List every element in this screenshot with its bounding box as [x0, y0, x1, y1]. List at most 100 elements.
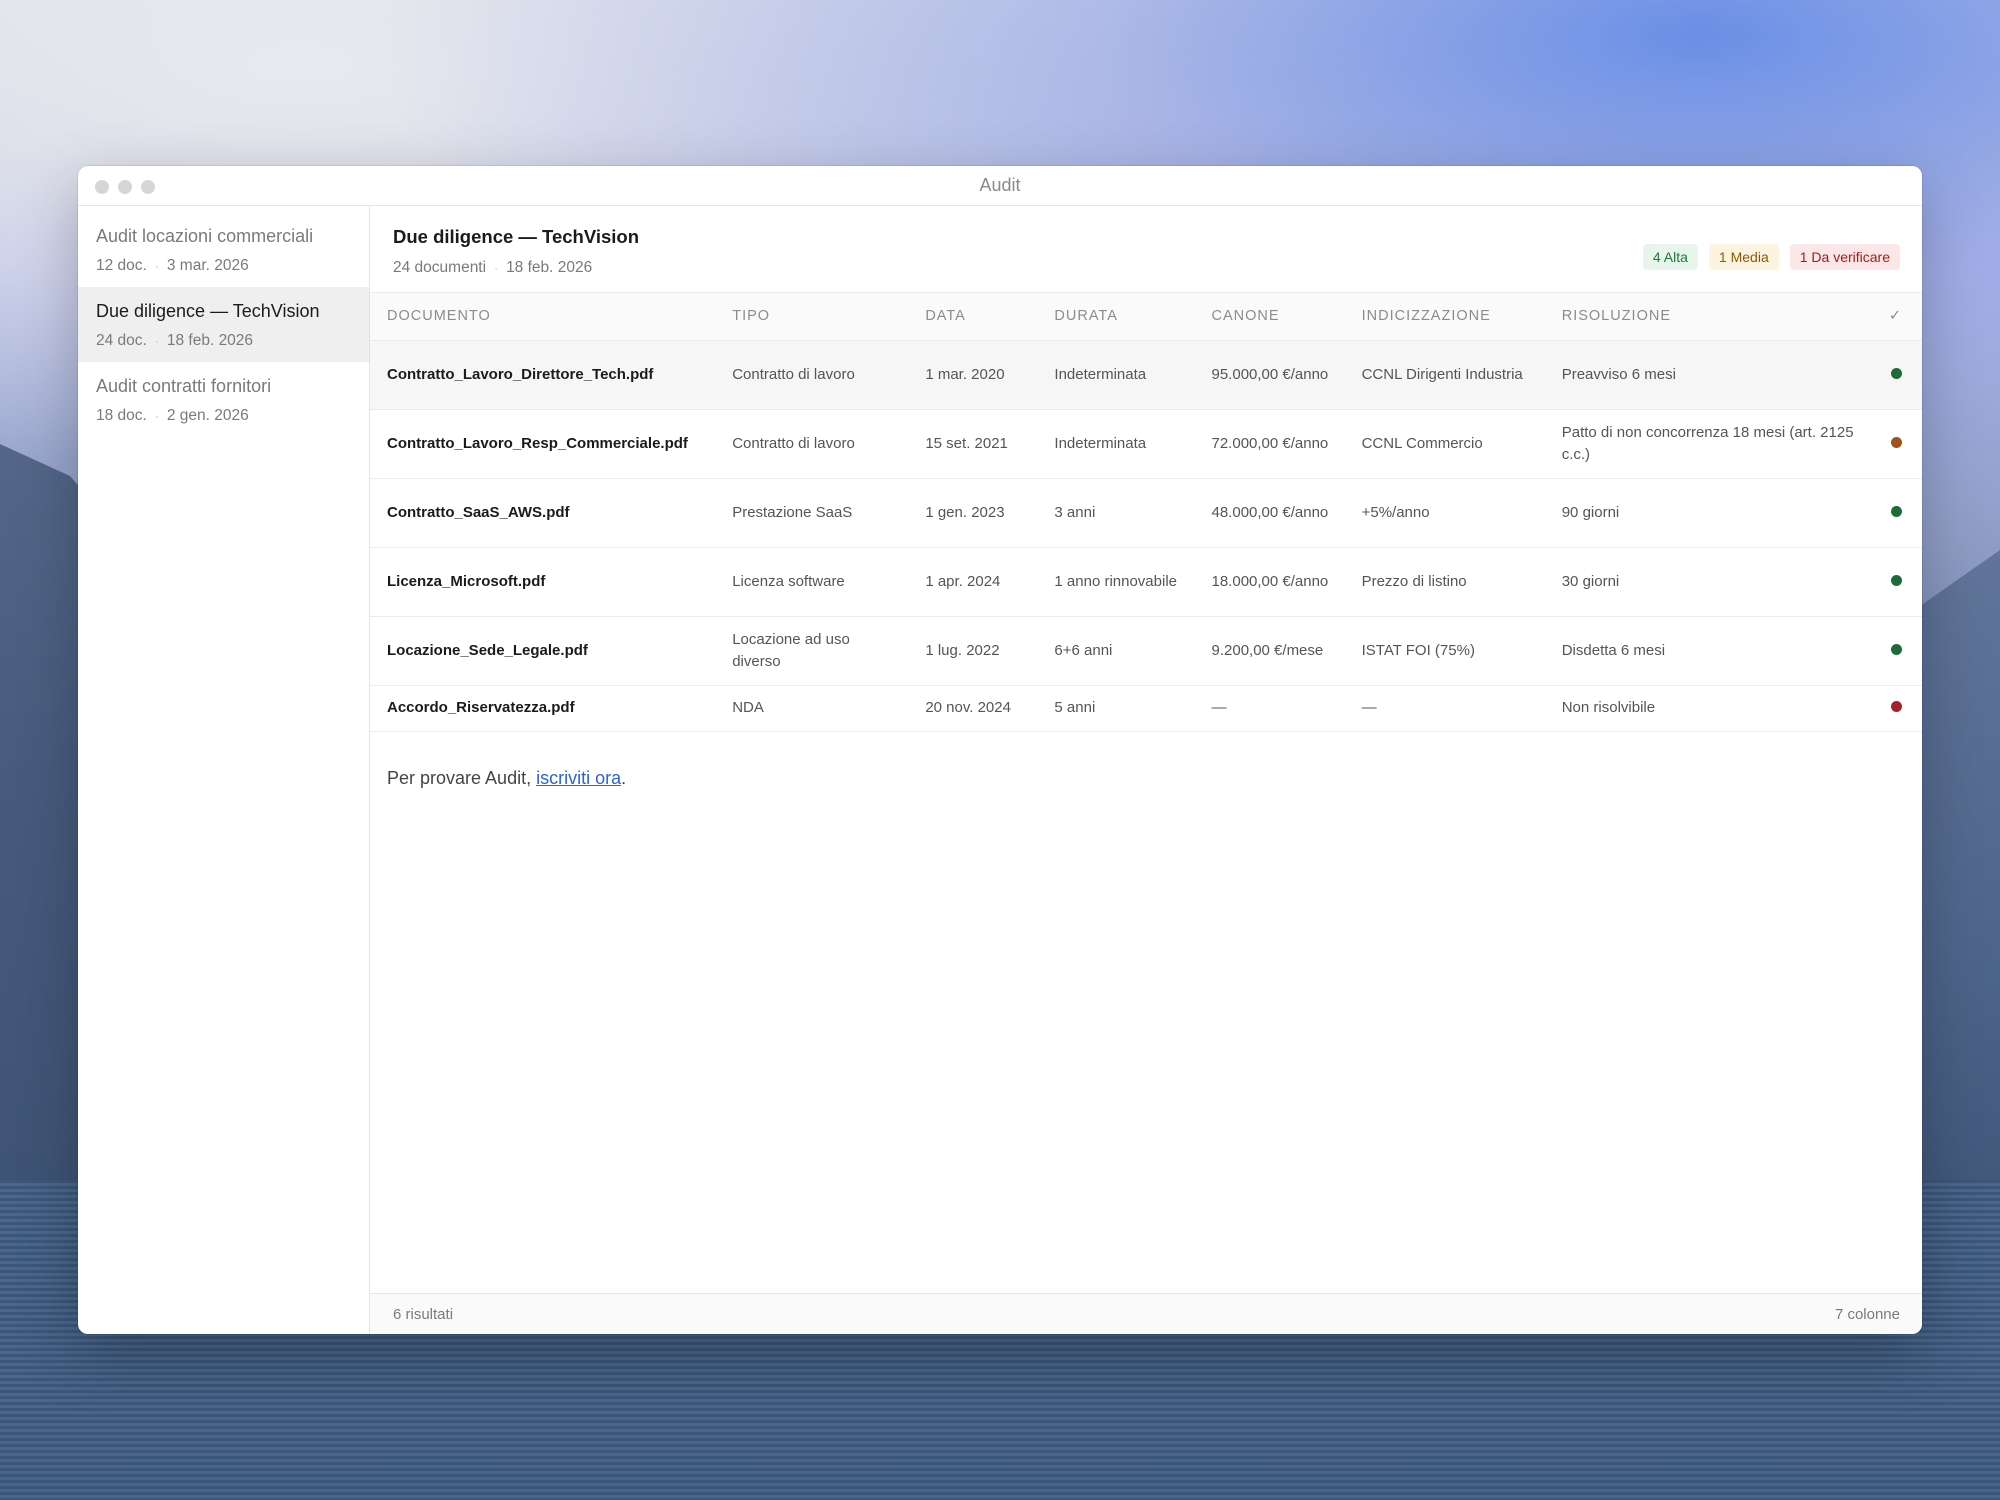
badge-group: 4 Alta 1 Media 1 Da verificare [1642, 244, 1900, 292]
column-header-canone[interactable]: CANONE [1194, 293, 1345, 341]
cell-risoluzione: 90 giorni [1544, 478, 1865, 548]
table-row[interactable]: Accordo_Riservatezza.pdf NDA 20 nov. 202… [370, 685, 1922, 732]
cell-tipo: Contratto di lavoro [715, 409, 909, 479]
signup-prompt-suffix: . [621, 767, 627, 788]
cell-risoluzione: Disdetta 6 mesi [1544, 616, 1865, 686]
table-row[interactable]: Licenza_Microsoft.pdf Licenza software 1… [370, 547, 1922, 617]
separator-dot: · [154, 409, 159, 423]
sidebar-item-title: Audit locazioni commerciali [96, 226, 314, 246]
cell-canone: 18.000,00 €/anno [1194, 547, 1345, 617]
cell-documento: Contratto_Lavoro_Direttore_Tech.pdf [370, 340, 716, 410]
status-dot-icon [1891, 436, 1902, 448]
minimize-window-button[interactable] [118, 180, 132, 194]
sidebar-item-doc-count: 18 doc. [96, 407, 147, 424]
cell-durata: 1 anno rinnovabile [1037, 547, 1195, 617]
cell-durata: Indeterminata [1037, 340, 1195, 410]
cell-data: 15 set. 2021 [908, 409, 1038, 479]
column-header-check-icon[interactable]: ✓ [1864, 293, 1922, 341]
cell-durata: Indeterminata [1037, 409, 1195, 479]
cell-canone: 48.000,00 €/anno [1194, 478, 1345, 548]
badge-alta: 4 Alta [1642, 244, 1698, 270]
separator-dot: · [494, 261, 499, 275]
status-dot-icon [1891, 701, 1902, 712]
main-panel: Due diligence — TechVision 24 documenti ·… [370, 206, 1922, 1334]
status-bar: 6 risultati 7 colonne [370, 1293, 1922, 1334]
sidebar-item-due-diligence[interactable]: Due diligence — TechVision 24 doc. · 18 fe… [78, 287, 369, 362]
sidebar-item-title: Audit contratti fornitori [96, 376, 272, 396]
cell-canone: 72.000,00 €/anno [1194, 409, 1345, 479]
status-dot-icon [1891, 505, 1902, 517]
status-dot-icon [1891, 643, 1902, 655]
separator-dot: · [154, 259, 159, 273]
column-header-data[interactable]: DATA [908, 293, 1038, 341]
sidebar: Audit locazioni commerciali 12 doc. · 3 ma… [78, 206, 370, 1334]
cell-canone: 9.200,00 €/mese [1194, 616, 1345, 686]
cell-data: 1 gen. 2023 [908, 478, 1038, 548]
cell-tipo: Prestazione SaaS [715, 478, 909, 548]
sidebar-item-date: 2 gen. 2026 [166, 407, 249, 424]
cell-status [1864, 340, 1922, 410]
cell-data: 1 mar. 2020 [908, 340, 1038, 410]
sidebar-item-date: 3 mar. 2026 [166, 257, 249, 274]
column-header-documento[interactable]: DOCUMENTO [370, 293, 716, 341]
cell-durata: 3 anni [1037, 478, 1195, 548]
cell-tipo: Contratto di lavoro [715, 340, 909, 410]
signup-link[interactable]: iscriviti ora [536, 768, 621, 788]
cell-status [1864, 478, 1922, 548]
sidebar-item-audit-locazioni[interactable]: Audit locazioni commerciali 12 doc. · 3 ma… [78, 212, 369, 287]
close-window-button[interactable] [95, 180, 109, 194]
column-header-durata[interactable]: DURATA [1037, 293, 1195, 341]
cell-durata: 5 anni [1037, 685, 1195, 732]
sidebar-item-meta: 18 doc. · 2 gen. 2026 [96, 407, 351, 425]
signup-prompt: Per provare Audit, iscriviti ora. [370, 732, 1922, 789]
cell-data: 1 lug. 2022 [908, 616, 1038, 686]
cell-canone: — [1194, 685, 1345, 732]
cell-risoluzione: Non risolvibile [1544, 685, 1865, 732]
cell-indicizzazione: CCNL Dirigenti Industria [1344, 340, 1545, 410]
cell-durata: 6+6 anni [1037, 616, 1195, 686]
columns-count: 7 colonne [1834, 1305, 1900, 1323]
zoom-window-button[interactable] [141, 180, 155, 194]
separator-dot: · [154, 334, 159, 348]
cell-canone: 95.000,00 €/anno [1194, 340, 1345, 410]
cell-indicizzazione: CCNL Commercio [1344, 409, 1545, 479]
cell-tipo: Locazione ad uso diverso [715, 616, 909, 686]
cell-tipo: NDA [715, 685, 909, 732]
column-header-risoluzione[interactable]: RISOLUZIONE [1544, 293, 1865, 341]
sidebar-item-doc-count: 24 doc. [96, 332, 147, 349]
sidebar-item-meta: 24 doc. · 18 feb. 2026 [96, 332, 351, 350]
cell-data: 20 nov. 2024 [908, 685, 1038, 732]
table-row[interactable]: Locazione_Sede_Legale.pdf Locazione ad u… [370, 616, 1922, 686]
cell-data: 1 apr. 2024 [908, 547, 1038, 617]
cell-documento: Locazione_Sede_Legale.pdf [370, 616, 716, 686]
cell-indicizzazione: +5%/anno [1344, 478, 1545, 548]
cell-status [1864, 685, 1922, 732]
documents-table: DOCUMENTO TIPO DATA DURATA CANONE INDICI… [370, 293, 1922, 732]
cell-risoluzione: 30 giorni [1544, 547, 1865, 617]
table-row[interactable]: Contratto_Lavoro_Direttore_Tech.pdf Cont… [370, 340, 1922, 410]
cell-documento: Contratto_Lavoro_Resp_Commerciale.pdf [370, 409, 716, 479]
cell-status [1864, 409, 1922, 479]
page-date: 18 feb. 2026 [506, 259, 593, 276]
badge-media: 1 Media [1708, 244, 1779, 270]
cell-status [1864, 616, 1922, 686]
status-dot-icon [1891, 367, 1902, 379]
page-title: Due diligence — TechVision [393, 226, 640, 247]
cell-indicizzazione: Prezzo di listino [1344, 547, 1545, 617]
sidebar-item-title: Due diligence — TechVision [96, 301, 320, 321]
cell-documento: Accordo_Riservatezza.pdf [370, 685, 716, 732]
column-header-tipo[interactable]: TIPO [715, 293, 909, 341]
titlebar: Audit [78, 166, 1922, 206]
table-row[interactable]: Contratto_SaaS_AWS.pdf Prestazione SaaS … [370, 478, 1922, 548]
traffic-lights [95, 180, 155, 194]
column-header-indicizzazione[interactable]: INDICIZZAZIONE [1344, 293, 1545, 341]
results-count: 6 risultati [393, 1305, 454, 1323]
cell-risoluzione: Patto di non concorrenza 18 mesi (art. 2… [1544, 409, 1865, 479]
sidebar-item-doc-count: 12 doc. [96, 257, 147, 274]
cell-tipo: Licenza software [715, 547, 909, 617]
cell-indicizzazione: ISTAT FOI (75%) [1344, 616, 1545, 686]
cell-documento: Licenza_Microsoft.pdf [370, 547, 716, 617]
table-row[interactable]: Contratto_Lavoro_Resp_Commerciale.pdf Co… [370, 409, 1922, 479]
sidebar-item-audit-fornitori[interactable]: Audit contratti fornitori 18 doc. · 2 gen.… [78, 362, 369, 437]
cell-indicizzazione: — [1344, 685, 1545, 732]
